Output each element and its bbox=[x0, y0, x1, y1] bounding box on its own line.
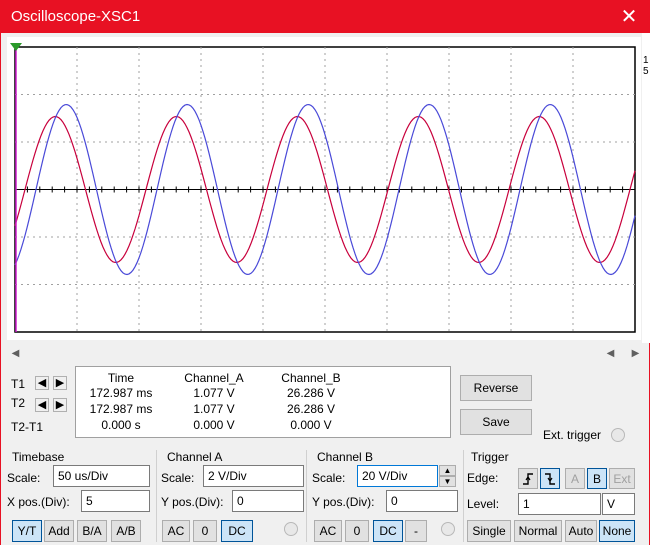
divider bbox=[156, 450, 157, 542]
channel-a-terminal[interactable] bbox=[284, 522, 298, 536]
trigger-edge-label: Edge: bbox=[467, 471, 499, 485]
t2-label: T2 bbox=[11, 396, 26, 410]
channel-b-terminal[interactable] bbox=[441, 522, 455, 536]
channel-b-dc-button[interactable]: DC bbox=[373, 520, 403, 542]
trigger-none-button[interactable]: None bbox=[599, 520, 635, 542]
t2-right-arrow-icon[interactable]: ▶ bbox=[53, 398, 67, 412]
channel-b-scale-field[interactable]: 20 V/Div bbox=[357, 465, 438, 487]
t1-left-arrow-icon[interactable]: ◀ bbox=[35, 376, 49, 390]
channel-a-dc-button[interactable]: DC bbox=[221, 520, 253, 542]
t1-time: 172.987 ms bbox=[89, 386, 153, 400]
t1-channel-b: 26.286 V bbox=[286, 386, 336, 400]
divider bbox=[463, 450, 464, 542]
channel-a-ypos-label: Y pos.(Div): bbox=[161, 495, 224, 509]
measurement-readout: Time Channel_A Channel_B 172.987 ms 1.07… bbox=[75, 366, 451, 438]
t1-channel-a: 1.077 V bbox=[193, 386, 235, 400]
oscilloscope-window: Oscilloscope-XSC1 ✕ 1 5 ◀ ◀ ▶ T1 ◀ ▶ T2 … bbox=[0, 0, 650, 545]
trigger-normal-button[interactable]: Normal bbox=[514, 520, 562, 542]
scroll-right-icon[interactable]: ▶ bbox=[627, 345, 644, 362]
scroll-thumb-icon[interactable]: ◀ bbox=[602, 345, 619, 362]
channel-a-scale-label: Scale: bbox=[161, 471, 195, 485]
rising-edge-icon[interactable] bbox=[518, 468, 538, 489]
divider bbox=[306, 450, 307, 542]
timebase-xpos-label: X pos.(Div): bbox=[7, 495, 70, 509]
t1-right-arrow-icon[interactable]: ▶ bbox=[53, 376, 67, 390]
right-strip-text-2: 5 bbox=[643, 66, 649, 77]
t2-time: 172.987 ms bbox=[89, 402, 153, 416]
channel-a-scale-field[interactable]: 2 V/Div bbox=[203, 465, 304, 487]
t2-left-arrow-icon[interactable]: ◀ bbox=[35, 398, 49, 412]
trigger-source-b-button[interactable]: B bbox=[587, 468, 607, 489]
t2-t1-label: T2-T1 bbox=[11, 420, 44, 434]
waveform-plot bbox=[10, 43, 636, 333]
timebase-scale-label: Scale: bbox=[7, 471, 41, 485]
channel-b-ypos-label: Y pos.(Div): bbox=[312, 495, 375, 509]
trigger-single-button[interactable]: Single bbox=[467, 520, 511, 542]
header-time: Time bbox=[107, 371, 135, 385]
ext-trigger-label: Ext. trigger bbox=[543, 428, 602, 442]
channel-a-zero-button[interactable]: 0 bbox=[193, 520, 217, 542]
trigger-source-a-button[interactable]: A bbox=[565, 468, 585, 489]
ab-mode-button[interactable]: A/B bbox=[111, 520, 141, 542]
trigger-level-field[interactable]: 1 bbox=[518, 493, 601, 515]
channel-a-ac-button[interactable]: AC bbox=[162, 520, 190, 542]
trigger-title: Trigger bbox=[471, 450, 509, 464]
trigger-source-ext-button[interactable]: Ext bbox=[609, 468, 635, 489]
ext-trigger-terminal[interactable] bbox=[611, 428, 625, 442]
spin-up-icon[interactable]: ▲ bbox=[439, 465, 456, 476]
channel-b-scale-label: Scale: bbox=[312, 471, 346, 485]
right-strip: 1 5 bbox=[642, 33, 650, 343]
channel-b-zero-button[interactable]: 0 bbox=[345, 520, 369, 542]
horizontal-scrollbar[interactable]: ◀ ◀ ▶ bbox=[7, 345, 645, 362]
diff-time: 0.000 s bbox=[101, 418, 141, 432]
oscilloscope-display[interactable] bbox=[7, 37, 641, 340]
diff-channel-a: 0.000 V bbox=[193, 418, 235, 432]
title-bar[interactable]: Oscilloscope-XSC1 ✕ bbox=[1, 0, 650, 33]
timebase-scale-field[interactable]: 50 us/Div bbox=[53, 465, 150, 487]
channel-a-ypos-field[interactable]: 0 bbox=[232, 490, 304, 512]
trigger-level-unit[interactable]: V bbox=[602, 493, 635, 515]
t1-label: T1 bbox=[11, 377, 26, 391]
channel-b-ac-button[interactable]: AC bbox=[314, 520, 342, 542]
ba-mode-button[interactable]: B/A bbox=[77, 520, 107, 542]
falling-edge-icon[interactable] bbox=[540, 468, 560, 489]
scroll-left-icon[interactable]: ◀ bbox=[7, 345, 24, 362]
close-icon[interactable]: ✕ bbox=[615, 4, 643, 30]
channel-a-title: Channel A bbox=[167, 450, 223, 464]
window-title: Oscilloscope-XSC1 bbox=[11, 8, 141, 25]
add-mode-button[interactable]: Add bbox=[44, 520, 74, 542]
channel-b-ypos-field[interactable]: 0 bbox=[386, 490, 458, 512]
diff-channel-b: 0.000 V bbox=[290, 418, 332, 432]
trigger-level-label: Level: bbox=[467, 497, 500, 511]
channel-b-minus-button[interactable]: - bbox=[405, 520, 427, 542]
channel-b-title: Channel B bbox=[317, 450, 374, 464]
header-channel-a: Channel_A bbox=[184, 371, 244, 385]
save-button[interactable]: Save bbox=[460, 409, 532, 435]
timebase-title: Timebase bbox=[12, 450, 65, 464]
measurement-panel: T1 ◀ ▶ T2 ◀ ▶ T2-T1 Time Channel_A Chann… bbox=[7, 366, 452, 440]
t2-channel-a: 1.077 V bbox=[193, 402, 235, 416]
timebase-xpos-field[interactable]: 5 bbox=[81, 490, 150, 512]
spin-down-icon[interactable]: ▼ bbox=[439, 476, 456, 487]
yt-mode-button[interactable]: Y/T bbox=[12, 520, 42, 542]
t2-channel-b: 26.286 V bbox=[286, 402, 336, 416]
header-channel-b: Channel_B bbox=[281, 371, 341, 385]
right-strip-text-1: 1 bbox=[643, 55, 649, 66]
trigger-auto-button[interactable]: Auto bbox=[565, 520, 597, 542]
reverse-button[interactable]: Reverse bbox=[460, 375, 532, 401]
